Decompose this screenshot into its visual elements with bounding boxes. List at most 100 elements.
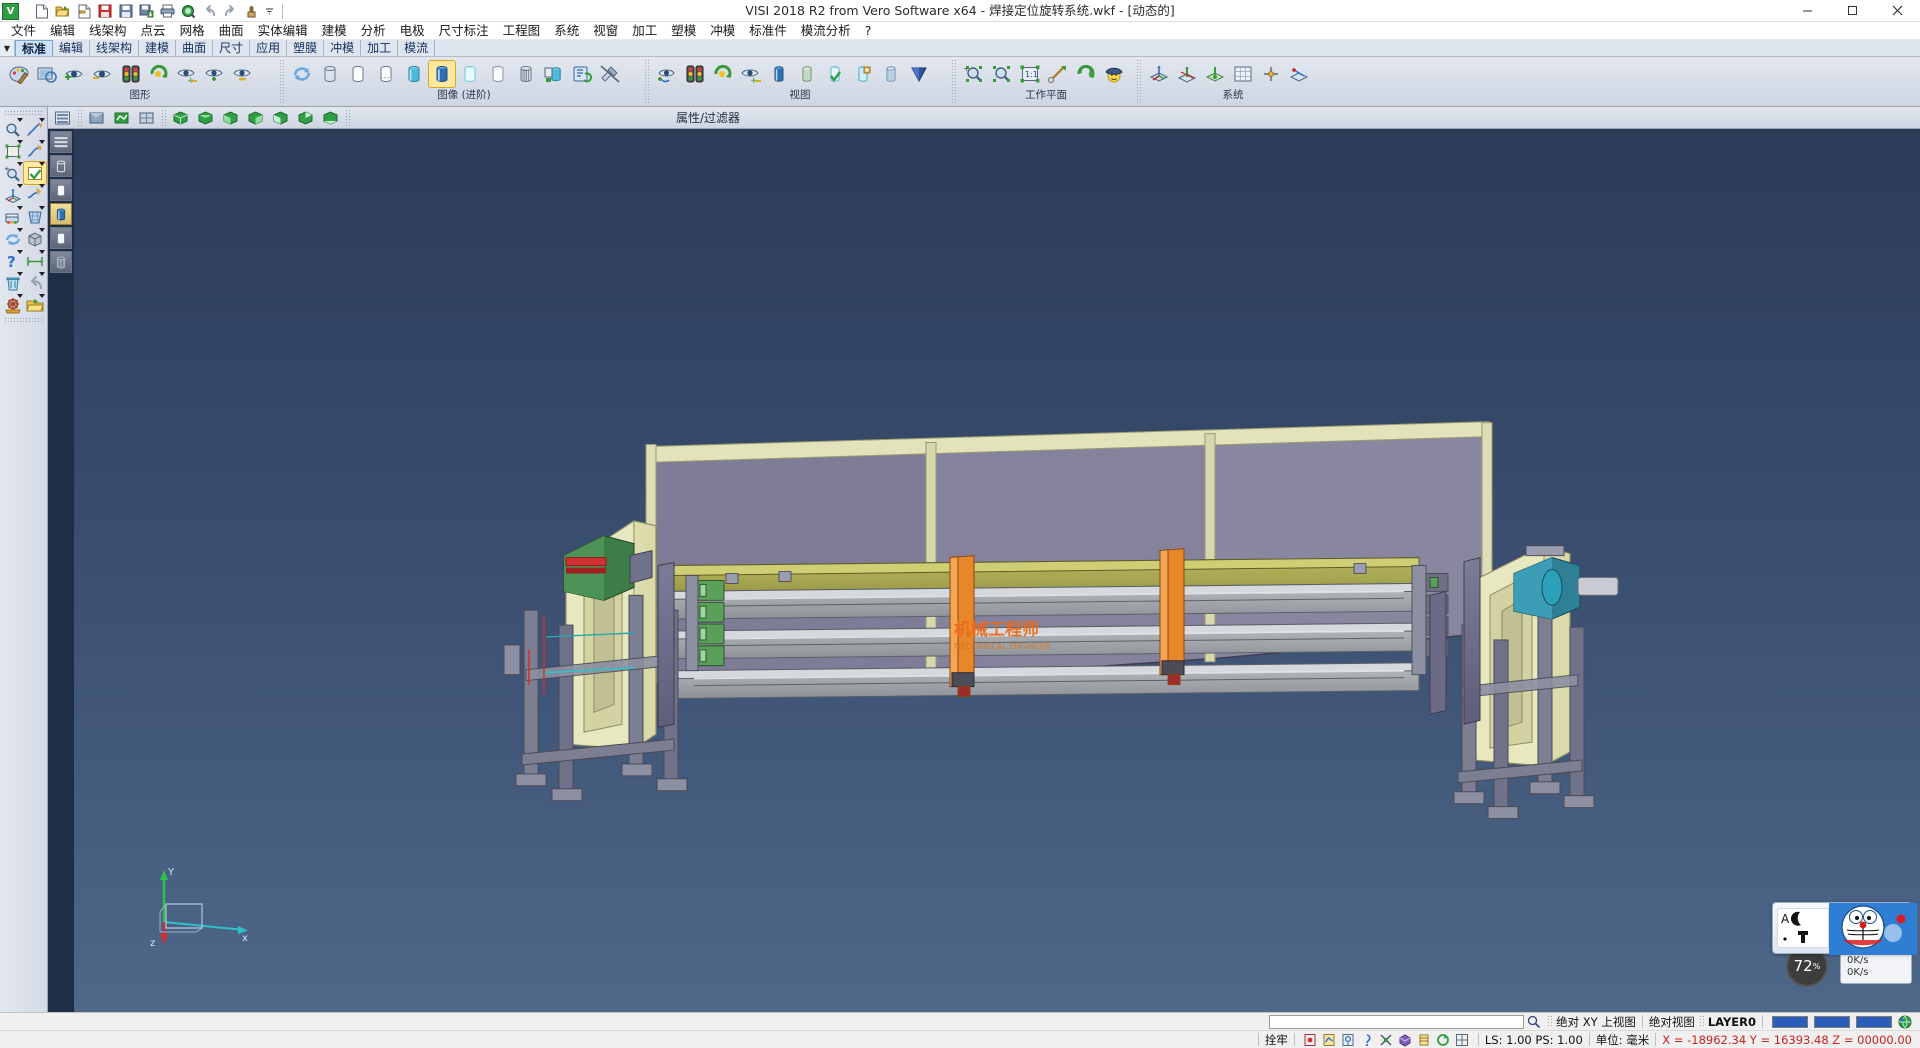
menu-item-machining[interactable]: 加工 — [625, 22, 664, 40]
zoom-window-icon[interactable] — [989, 61, 1015, 87]
view-shaded-check-icon[interactable] — [822, 61, 848, 87]
view-solid-cube-icon[interactable] — [906, 61, 932, 87]
pan-icon[interactable] — [1045, 61, 1071, 87]
tab-machining[interactable]: 加工 — [361, 40, 398, 56]
globe-icon[interactable] — [1896, 1014, 1913, 1029]
xray-icon[interactable] — [513, 61, 539, 87]
shade-smooth-icon[interactable] — [109, 108, 133, 128]
render-icon[interactable] — [541, 61, 567, 87]
menu-item-mesh[interactable]: 网格 — [173, 22, 212, 40]
top-view-icon[interactable] — [193, 108, 217, 128]
shaded-mode-icon[interactable] — [50, 203, 72, 225]
xray-mode-icon[interactable] — [50, 251, 72, 273]
wireframe-mode-icon[interactable] — [50, 155, 72, 177]
view-toggle-visibility-icon[interactable]: + — [738, 61, 764, 87]
doraemon-desktop-widget[interactable]: A — [1772, 902, 1912, 954]
snap-rotate-icon[interactable] — [1435, 1032, 1452, 1047]
traffic-light-icon[interactable] — [118, 61, 144, 87]
rotate-icon[interactable] — [1073, 61, 1099, 87]
tab-mould[interactable]: 塑膜 — [287, 40, 324, 56]
menu-item-progress[interactable]: 冲模 — [703, 22, 742, 40]
menu-item-solid-edit[interactable]: 实体编辑 — [251, 22, 315, 40]
workplane-axis-icon[interactable] — [1174, 61, 1200, 87]
undo-icon[interactable] — [24, 272, 46, 294]
view-mode-label[interactable]: 绝对视图 — [1649, 1014, 1695, 1030]
front-view-icon[interactable] — [218, 108, 242, 128]
zoom-plus-icon[interactable]: + — [2, 162, 24, 184]
save-as-icon[interactable] — [116, 2, 135, 21]
maximize-button[interactable] — [1830, 0, 1875, 22]
menu-item-help[interactable]: ? — [858, 22, 879, 40]
current-layer[interactable]: LAYER0 — [1708, 1015, 1756, 1029]
confirm-check-icon[interactable] — [24, 162, 46, 184]
menu-item-edit[interactable]: 编辑 — [43, 22, 82, 40]
shade-flat-icon[interactable] — [84, 108, 108, 128]
view-show-entity-icon[interactable] — [654, 61, 680, 87]
render-settings-icon[interactable] — [569, 61, 595, 87]
menu-item-analysis[interactable]: 分析 — [354, 22, 393, 40]
palette-icon[interactable] — [2, 206, 24, 228]
back-view-icon[interactable] — [293, 108, 317, 128]
left-toolbar-grip[interactable] — [4, 110, 44, 116]
edit-curve-icon[interactable] — [24, 140, 46, 162]
new-file-icon[interactable] — [32, 2, 51, 21]
color-palette-icon[interactable] — [6, 61, 32, 87]
trash-icon[interactable] — [2, 272, 24, 294]
menu-item-pointcloud[interactable]: 点云 — [134, 22, 173, 40]
grid-plane-icon[interactable] — [24, 206, 46, 228]
select-box-icon[interactable] — [2, 140, 24, 162]
minimize-button[interactable] — [1785, 0, 1830, 22]
toggle-visibility-icon[interactable]: + — [174, 61, 200, 87]
menu-item-electrode[interactable]: 电极 — [393, 22, 432, 40]
left-toolbar-grip-bottom[interactable] — [4, 317, 44, 323]
snap-solid-icon[interactable] — [1397, 1032, 1414, 1047]
save-all-icon[interactable] — [137, 2, 156, 21]
view-wireframe-icon[interactable] — [766, 61, 792, 87]
hide-all-icon[interactable] — [230, 61, 256, 87]
menu-item-flow-analysis[interactable]: 模流分析 — [794, 22, 858, 40]
tab-standard[interactable]: 标准 — [15, 40, 53, 56]
redraw-icon[interactable] — [289, 61, 315, 87]
hidden-line-dashed-icon[interactable] — [373, 61, 399, 87]
shaded-icon[interactable] — [401, 61, 427, 87]
left-view-icon[interactable] — [268, 108, 292, 128]
view-hidden-line-icon[interactable] — [794, 61, 820, 87]
menu-item-file[interactable]: 文件 — [4, 22, 43, 40]
redo-icon[interactable] — [221, 2, 240, 21]
quick-access-more-icon[interactable] — [263, 2, 276, 21]
snap-intersect-icon[interactable] — [1378, 1032, 1395, 1047]
print-icon[interactable] — [158, 2, 177, 21]
snap-point-icon[interactable] — [1302, 1032, 1319, 1047]
menu-item-modeling[interactable]: 建模 — [315, 22, 354, 40]
menu-item-surface[interactable]: 曲面 — [212, 22, 251, 40]
window-list-icon[interactable] — [50, 108, 74, 128]
snap-mid-icon[interactable] — [1321, 1032, 1338, 1047]
construction-icon[interactable] — [1286, 61, 1312, 87]
view-transparent-icon[interactable] — [850, 61, 876, 87]
shade-wire-icon[interactable] — [134, 108, 158, 128]
grid-snap-icon[interactable] — [1454, 1032, 1471, 1047]
workplane-origin-icon[interactable] — [1202, 61, 1228, 87]
import-file-icon[interactable] — [74, 2, 93, 21]
print-preview-icon[interactable] — [179, 2, 198, 21]
section-off-icon[interactable] — [597, 61, 623, 87]
view-traffic-light-icon[interactable] — [682, 61, 708, 87]
tab-modeling[interactable]: 建模 — [139, 40, 176, 56]
tab-flow[interactable]: 模流 — [398, 40, 435, 56]
3d-viewport[interactable]: 机械工程师 MECHANICAL ENGINEER Y x — [74, 129, 1920, 1012]
menu-item-drafting[interactable]: 工程图 — [496, 22, 548, 40]
zoom-window-icon[interactable] — [2, 118, 24, 140]
show-entity-icon[interactable] — [62, 61, 88, 87]
refresh-view-icon[interactable] — [146, 61, 172, 87]
layer-manager-icon[interactable] — [34, 61, 60, 87]
zoom-in-icon[interactable]: + — [961, 61, 987, 87]
refresh-icon[interactable] — [2, 228, 24, 250]
tab-surface[interactable]: 曲面 — [176, 40, 213, 56]
close-button[interactable] — [1875, 0, 1920, 22]
zoom-fit-icon[interactable]: 1:1 — [1017, 61, 1043, 87]
hidden-line-mode-icon[interactable] — [50, 179, 72, 201]
layers-panel-icon[interactable] — [50, 131, 72, 153]
command-input[interactable] — [1269, 1015, 1524, 1029]
tab-edit[interactable]: 编辑 — [53, 40, 90, 56]
edit-line-icon[interactable] — [24, 118, 46, 140]
